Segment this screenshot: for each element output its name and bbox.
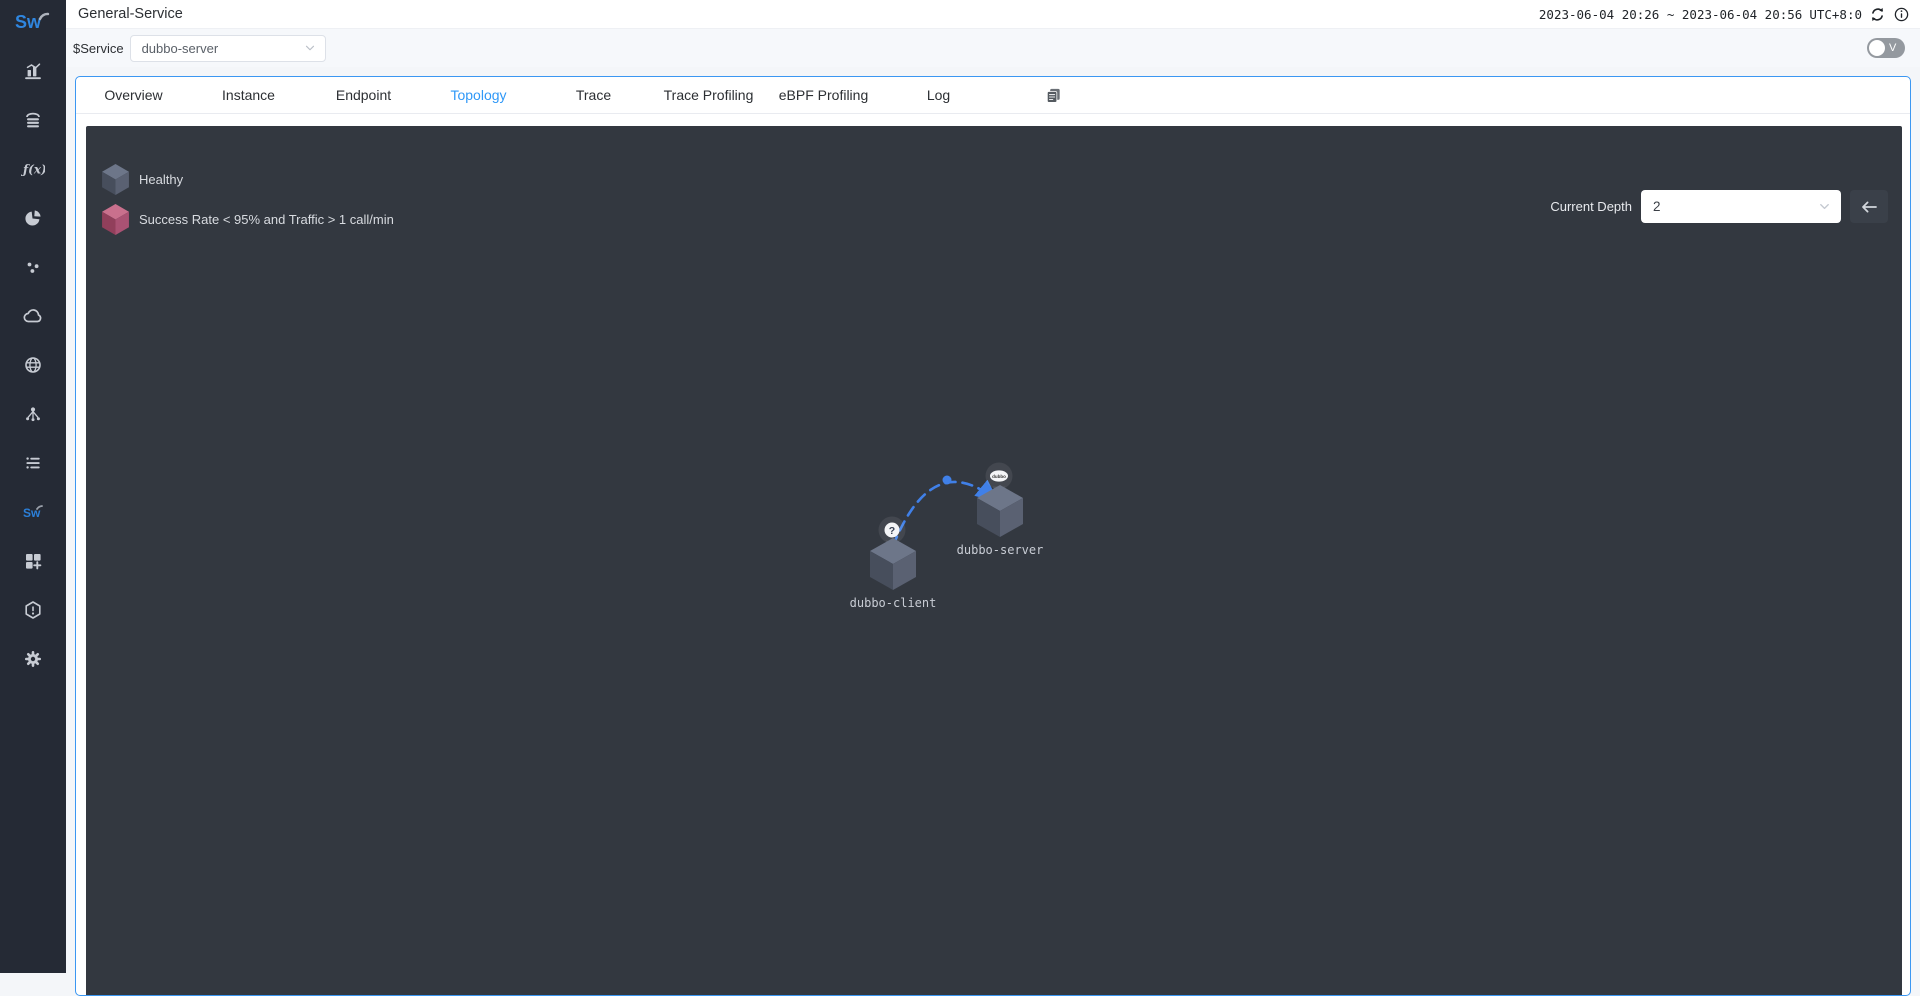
copy-pages-icon (1044, 86, 1063, 105)
edge-midpoint-dot (943, 476, 952, 485)
logo-swoosh-icon (39, 10, 51, 22)
toggle-knob (1869, 40, 1885, 56)
service-bar: $Service dubbo-server V (66, 29, 1920, 67)
cloud-icon (22, 306, 44, 326)
list-icon (23, 453, 43, 473)
node-dubbo-client[interactable]: ? dubbo-client (850, 517, 937, 611)
refresh-icon (1869, 6, 1886, 23)
node-label-dubbo-client: dubbo-client (850, 596, 937, 610)
node-dubbo-server[interactable]: dubbo dubbo-server (957, 463, 1044, 558)
tab-log[interactable]: Log (881, 87, 996, 103)
info-button[interactable] (1893, 6, 1910, 23)
sidebar-item-scatter[interactable] (0, 242, 66, 291)
service-select[interactable]: dubbo-server (130, 35, 326, 62)
sidebar-item-browser[interactable] (0, 340, 66, 389)
sidebar-item-functions[interactable]: ƒ(x) (0, 144, 66, 193)
widgets-plus-icon (23, 551, 43, 571)
service-view-card: Overview Instance Endpoint Topology Trac… (75, 76, 1911, 996)
time-range-box: 2023-06-04 20:26 ~ 2023-06-04 20:56 UTC+… (1539, 6, 1910, 23)
tab-instance[interactable]: Instance (191, 87, 306, 103)
globe-icon (23, 355, 43, 375)
sidebar-item-layers[interactable] (0, 95, 66, 144)
shield-alert-icon (23, 600, 43, 620)
service-label: $Service (73, 41, 124, 56)
topology-panel[interactable]: Healthy Success Rate < 95% and Traffic >… (86, 126, 1902, 996)
page-title: General-Service (78, 6, 183, 22)
sidebar-item-profiles[interactable] (0, 193, 66, 242)
scatter-icon (23, 257, 43, 277)
client-badge-text: ? (889, 525, 895, 537)
tab-ebpf-profiling[interactable]: eBPF Profiling (766, 87, 881, 103)
sidebar-item-settings[interactable] (0, 634, 66, 683)
sidebar-item-list[interactable] (0, 438, 66, 487)
server-badge-text: dubbo (992, 474, 1006, 479)
svg-text:ƒ(x): ƒ(x) (21, 162, 45, 176)
chevron-down-icon (303, 41, 317, 55)
skywalking-icon: Sw (21, 502, 45, 522)
refresh-button[interactable] (1869, 6, 1886, 23)
sidebar-nav: ƒ(x) (0, 44, 66, 683)
topology-graph[interactable]: dubbo dubbo-server ? dubbo-client (86, 126, 1902, 996)
sidebar-item-cloud[interactable] (0, 291, 66, 340)
sidebar: Sw ƒ(x) (0, 0, 66, 973)
pie-chart-icon (23, 208, 43, 228)
header: General-Service 2023-06-04 20:26 ~ 2023-… (66, 0, 1920, 29)
skywalking-logo-text: Sw (15, 12, 41, 33)
version-toggle[interactable]: V (1867, 38, 1905, 58)
tab-trace[interactable]: Trace (536, 87, 651, 103)
app-logo[interactable]: Sw (0, 0, 66, 44)
sidebar-item-widgets[interactable] (0, 536, 66, 585)
timezone: UTC+8:0 (1809, 7, 1862, 22)
tab-topology[interactable]: Topology (421, 87, 536, 103)
topology-icon (23, 404, 43, 424)
sidebar-item-topology[interactable] (0, 389, 66, 438)
info-icon (1893, 6, 1910, 23)
tab-trace-profiling[interactable]: Trace Profiling (651, 87, 766, 103)
toggle-label: V (1889, 42, 1896, 54)
tab-endpoint[interactable]: Endpoint (306, 87, 421, 103)
compare-tabs-button[interactable] (1044, 86, 1063, 105)
tab-overview[interactable]: Overview (76, 87, 191, 103)
gear-icon (23, 649, 43, 669)
sidebar-item-alarm[interactable] (0, 585, 66, 634)
function-icon: ƒ(x) (21, 159, 45, 179)
tab-bar: Overview Instance Endpoint Topology Trac… (76, 77, 1910, 114)
time-range: 2023-06-04 20:26 ~ 2023-06-04 20:56 (1539, 7, 1802, 22)
sidebar-item-skywalking[interactable]: Sw (0, 487, 66, 536)
service-select-value: dubbo-server (142, 41, 219, 56)
bar-chart-icon (23, 61, 43, 81)
node-label-dubbo-server: dubbo-server (957, 543, 1044, 557)
sidebar-item-dashboards[interactable] (0, 46, 66, 95)
layers-icon (23, 110, 43, 130)
